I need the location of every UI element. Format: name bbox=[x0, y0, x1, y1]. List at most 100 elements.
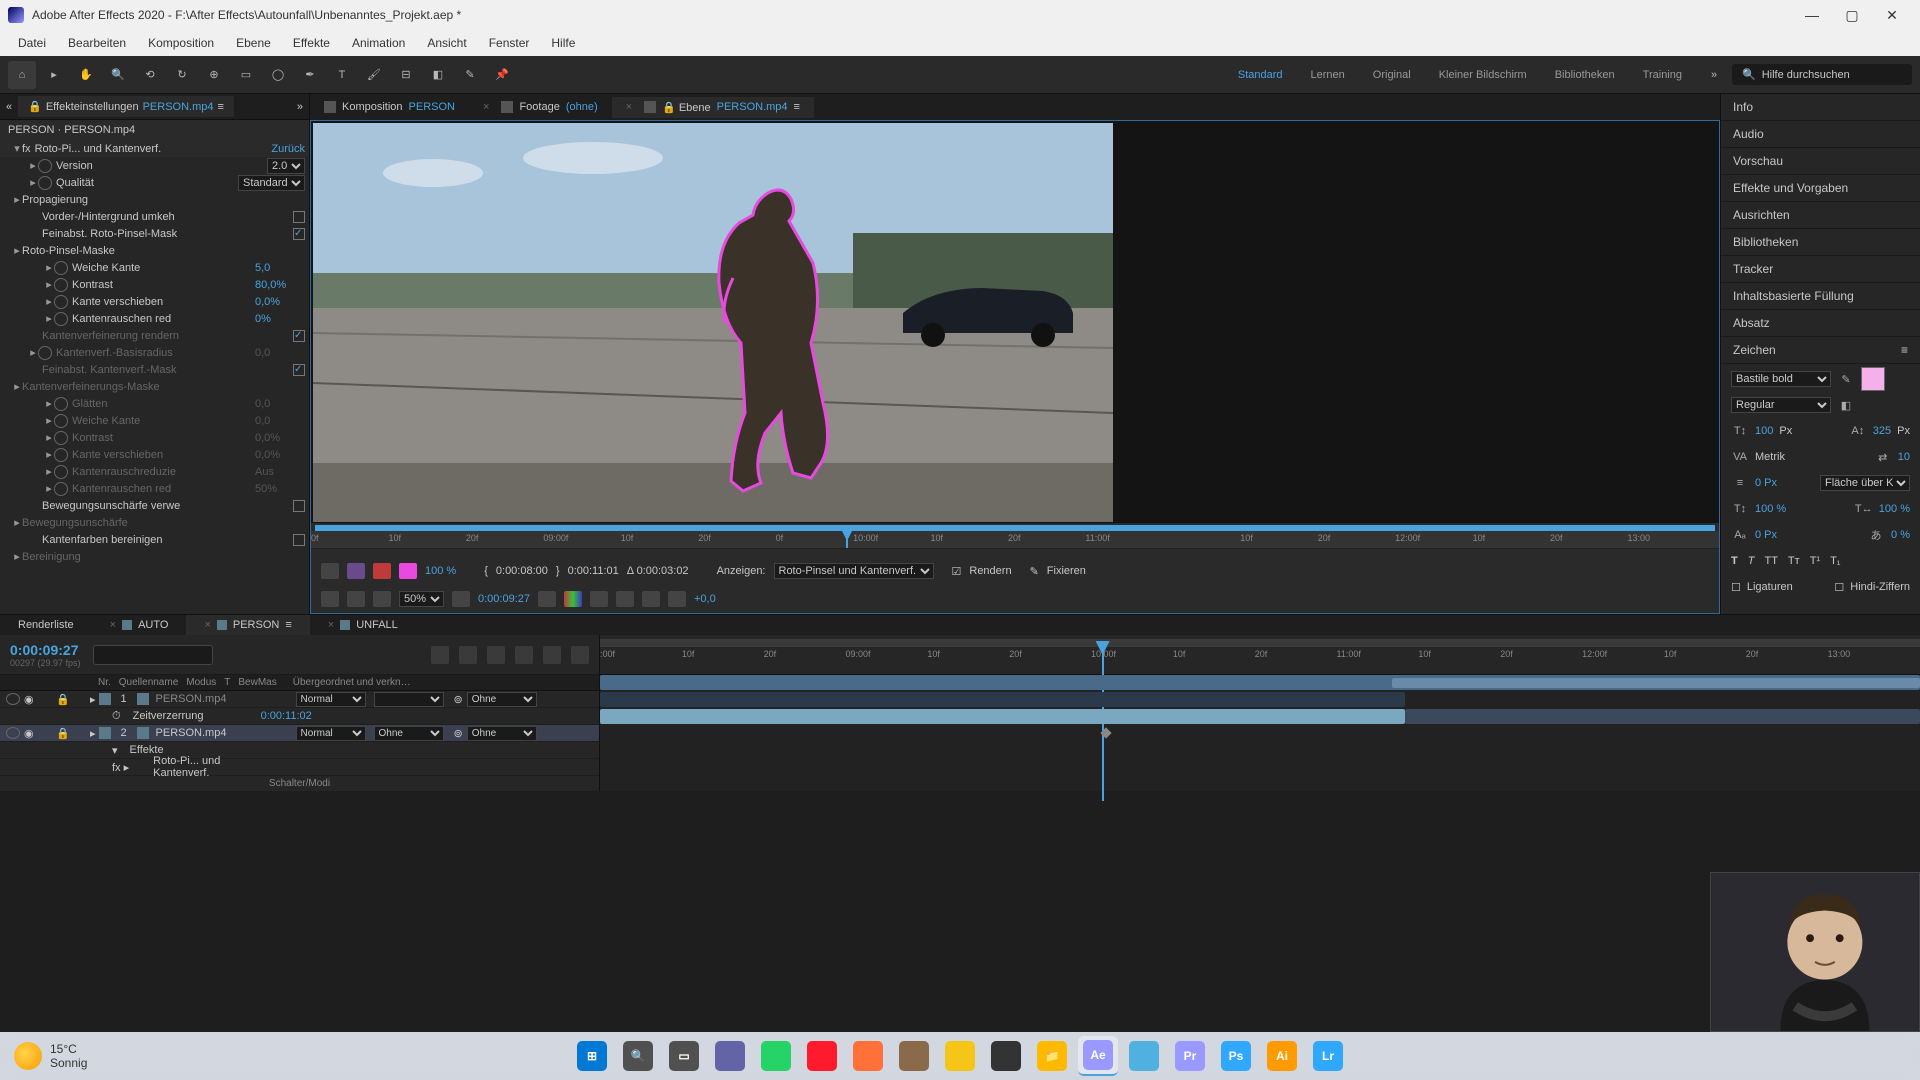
menu-bearbeiten[interactable]: Bearbeiten bbox=[58, 32, 136, 54]
workspace-training[interactable]: Training bbox=[1629, 65, 1696, 85]
exposure-value[interactable]: +0,0 bbox=[694, 593, 716, 605]
mini-playhead[interactable] bbox=[846, 531, 848, 548]
taskbar[interactable]: 15°C Sonnig ⊞🔍▭📁AePrPsAiLr bbox=[0, 1032, 1920, 1080]
panel-effekte-und-vorgaben[interactable]: Effekte und Vorgaben bbox=[1721, 175, 1920, 202]
fx-prop-row[interactable]: ▸Bereinigung bbox=[0, 548, 309, 565]
zoom-select[interactable]: 50% bbox=[399, 591, 444, 607]
fx-prop-row[interactable]: ▸Kantenrauschen red50% bbox=[0, 480, 309, 497]
fx-prop-row[interactable]: ▸Kantenverf.-Basisradius0,0 bbox=[0, 344, 309, 361]
tracking-value[interactable]: 10 bbox=[1898, 451, 1910, 463]
taskbar-app-ai[interactable]: Ai bbox=[1262, 1036, 1302, 1076]
timeremap-bar[interactable] bbox=[600, 692, 1405, 707]
hscale-value[interactable]: 100 % bbox=[1879, 503, 1910, 515]
panel-overflow-icon[interactable]: » bbox=[291, 101, 309, 113]
font-style-select[interactable]: Regular bbox=[1731, 397, 1831, 413]
resolution-icon[interactable] bbox=[452, 591, 470, 607]
menu-animation[interactable]: Animation bbox=[342, 32, 415, 54]
layer-viewer[interactable]: 0f10f20f09:00f10f20f0f10:00f10f20f11:00f… bbox=[310, 120, 1720, 614]
workspace-original[interactable]: Original bbox=[1359, 65, 1425, 85]
freeze-button[interactable]: Fixieren bbox=[1047, 565, 1086, 577]
menu-komposition[interactable]: Komposition bbox=[138, 32, 224, 54]
viewer-tab-ebene[interactable]: ×🔒 Ebene PERSON.mp4 ≡ bbox=[612, 97, 814, 118]
fx-prop-row[interactable]: ▸Kontrast80,0% bbox=[0, 276, 309, 293]
comp-flowchart-icon[interactable] bbox=[431, 646, 449, 664]
superscript-button[interactable]: T¹ bbox=[1810, 555, 1820, 567]
font-family-select[interactable]: Bastile bold bbox=[1731, 371, 1831, 387]
kerning-value[interactable]: Metrik bbox=[1755, 451, 1785, 463]
timeline-tab-renderliste[interactable]: Renderliste bbox=[0, 615, 92, 635]
panel-vorschau[interactable]: Vorschau bbox=[1721, 148, 1920, 175]
anchor-tool[interactable]: ⊕ bbox=[200, 61, 228, 89]
taskbar-app-pr[interactable]: Pr bbox=[1170, 1036, 1210, 1076]
ligatures-checkbox[interactable]: ☐ bbox=[1731, 581, 1741, 594]
close-button[interactable]: ✕ bbox=[1872, 0, 1912, 30]
timeline-layer-row[interactable]: ◉🔒▸1PERSON.mp4Normal⊚Ohne bbox=[0, 691, 599, 708]
frameblend-icon[interactable] bbox=[515, 646, 533, 664]
tl-col-header[interactable]: T bbox=[220, 677, 234, 688]
timeline-search-input[interactable] bbox=[93, 645, 213, 665]
motionblur-icon[interactable] bbox=[543, 646, 561, 664]
menu-fenster[interactable]: Fenster bbox=[479, 32, 540, 54]
leading-value[interactable]: 325 bbox=[1873, 425, 1891, 437]
menu-ebene[interactable]: Ebene bbox=[226, 32, 281, 54]
timeline-switches-label[interactable]: Schalter/Modi bbox=[0, 776, 599, 791]
tab-menu-icon[interactable]: ≡ bbox=[218, 101, 224, 113]
layer-bar-1-remap[interactable] bbox=[1392, 678, 1920, 688]
shy-icon[interactable] bbox=[487, 646, 505, 664]
menu-effekte[interactable]: Effekte bbox=[283, 32, 340, 54]
taskbar-app-ae[interactable]: Ae bbox=[1078, 1036, 1118, 1076]
viewer-tab-footage[interactable]: ×Footage (ohne) bbox=[469, 97, 612, 117]
timeline-current-time[interactable]: 0:00:09:27 bbox=[10, 642, 81, 658]
eraser-tool[interactable]: ◧ bbox=[424, 61, 452, 89]
orbit-tool[interactable]: ⟲ bbox=[136, 61, 164, 89]
menu-hilfe[interactable]: Hilfe bbox=[541, 32, 585, 54]
work-area[interactable] bbox=[600, 639, 1920, 647]
subscript-button[interactable]: T₁ bbox=[1830, 555, 1840, 567]
taskbar-app-opera[interactable] bbox=[802, 1036, 842, 1076]
channel-icon[interactable] bbox=[564, 591, 582, 607]
keyframe-diamond[interactable] bbox=[1100, 727, 1111, 738]
effect-name[interactable]: Roto-Pi... und Kantenverf. bbox=[35, 143, 266, 155]
menu-ansicht[interactable]: Ansicht bbox=[417, 32, 476, 54]
hindi-checkbox[interactable]: ☐ bbox=[1834, 581, 1844, 594]
italic-button[interactable]: T bbox=[1748, 555, 1755, 567]
panel-inhaltsbasierte-füllung[interactable]: Inhaltsbasierte Füllung bbox=[1721, 283, 1920, 310]
help-search[interactable]: 🔍 Hilfe durchsuchen bbox=[1732, 64, 1912, 85]
view-mode-select[interactable]: Roto-Pinsel und Kantenverf. bbox=[774, 563, 934, 579]
safe-icon[interactable] bbox=[642, 591, 660, 607]
pen-tool[interactable]: ✒ bbox=[296, 61, 324, 89]
taskbar-app-lr[interactable]: Lr bbox=[1308, 1036, 1348, 1076]
stroke-fill-icon[interactable]: ◧ bbox=[1837, 397, 1855, 413]
current-time-display[interactable]: 0:00:09:27 bbox=[478, 593, 530, 605]
layer-mini-timeline[interactable]: 0f10f20f09:00f10f20f0f10:00f10f20f11:00f… bbox=[311, 522, 1719, 557]
fx-prop-row[interactable]: Bewegungsunschärfe verwe bbox=[0, 497, 309, 514]
fx-prop-row[interactable]: ▸Glätten0,0 bbox=[0, 395, 309, 412]
eyedropper-icon[interactable]: ✎ bbox=[1837, 371, 1855, 387]
bold-button[interactable]: T bbox=[1731, 555, 1738, 567]
font-size-value[interactable]: 100 bbox=[1755, 425, 1773, 437]
zoom-tool[interactable]: 🔍 bbox=[104, 61, 132, 89]
clone-tool[interactable]: ⊟ bbox=[392, 61, 420, 89]
region-icon[interactable] bbox=[321, 591, 339, 607]
fx-prop-row[interactable]: ▸QualitätStandard bbox=[0, 174, 309, 191]
maximize-button[interactable]: ▢ bbox=[1832, 0, 1872, 30]
timeline-layer-row[interactable]: ▾Effekte bbox=[0, 742, 599, 759]
out-time[interactable]: 0:00:11:01 bbox=[568, 565, 619, 577]
fx-prop-row[interactable]: Kantenverfeinerung rendern bbox=[0, 327, 309, 344]
draft3d-icon[interactable] bbox=[459, 646, 477, 664]
panel-audio[interactable]: Audio bbox=[1721, 121, 1920, 148]
person-icon[interactable] bbox=[321, 563, 339, 579]
panel-ausrichten[interactable]: Ausrichten bbox=[1721, 202, 1920, 229]
render-toggle[interactable]: Rendern bbox=[969, 565, 1011, 577]
red-chip-icon[interactable] bbox=[373, 563, 391, 579]
tl-col-header[interactable]: Quellenname bbox=[115, 677, 182, 688]
panel-tracker[interactable]: Tracker bbox=[1721, 256, 1920, 283]
fx-prop-row[interactable]: ▸Kante verschieben0,0% bbox=[0, 446, 309, 463]
fx-prop-row[interactable]: Kantenfarben bereinigen bbox=[0, 531, 309, 548]
toggle-mask-icon[interactable] bbox=[373, 591, 391, 607]
fill-stroke-order[interactable]: Fläche über Kon… bbox=[1820, 475, 1910, 491]
taskbar-app-notes[interactable] bbox=[1124, 1036, 1164, 1076]
taskbar-app-whatsapp[interactable] bbox=[756, 1036, 796, 1076]
viewer-scene[interactable] bbox=[311, 121, 1719, 522]
vscale-value[interactable]: 100 % bbox=[1755, 503, 1786, 515]
